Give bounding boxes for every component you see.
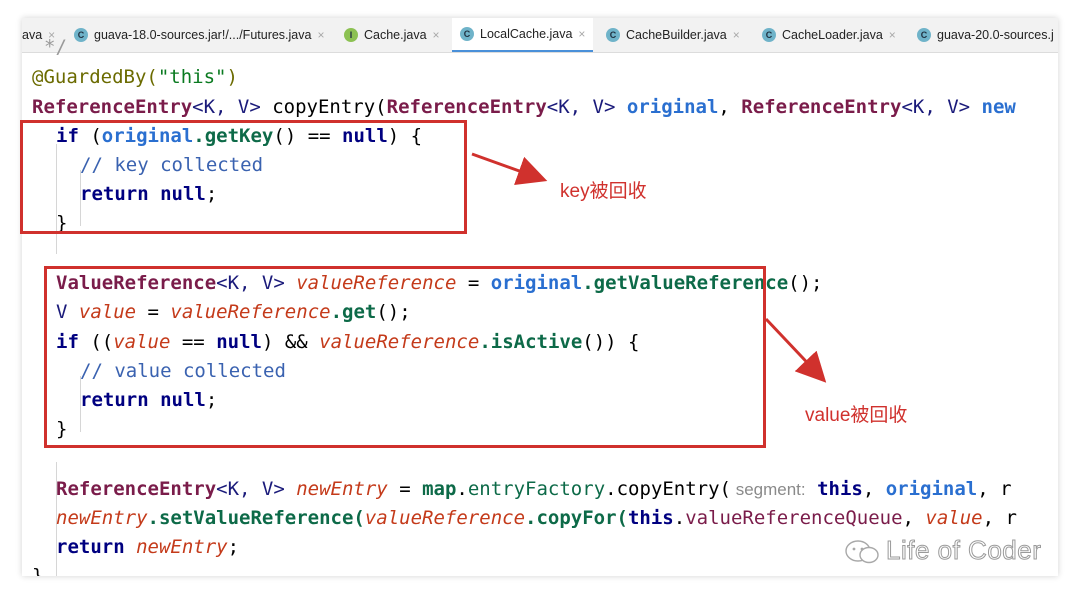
value-collected-note: value被回收 xyxy=(805,405,908,426)
arrow-to-value-note xyxy=(764,317,827,383)
key-collected-note: key被回收 xyxy=(560,181,647,202)
wechat-icon xyxy=(845,540,879,564)
annotation-arrows xyxy=(471,152,827,383)
arrow-to-key-note xyxy=(471,152,548,186)
watermark: Life of Coder xyxy=(885,535,1042,566)
